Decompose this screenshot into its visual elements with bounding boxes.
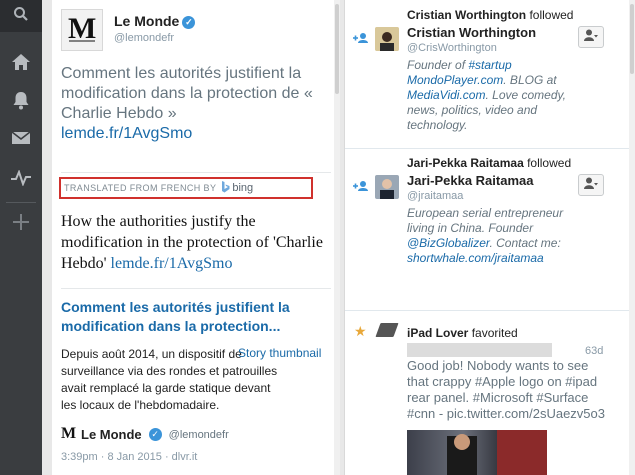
scrollbar[interactable] (629, 0, 635, 475)
home-icon (11, 53, 31, 76)
tweet-text-content: Comment les autorités justifient la modi… (61, 65, 313, 122)
bing-label: bing (232, 182, 254, 194)
app-rail (0, 0, 42, 475)
add-column-icon (12, 213, 30, 236)
redacted-author (407, 343, 552, 357)
divider (345, 310, 630, 311)
activity-title: iPad Lover favorited (407, 326, 518, 340)
card-source-name: Le Monde (81, 427, 142, 442)
svg-text:M: M (68, 12, 96, 45)
messages-icon (11, 130, 31, 151)
tweet-meta[interactable]: 3:39pm · 8 Jan 2015 · dlvr.it (61, 451, 197, 463)
divider (61, 288, 331, 289)
hashtag-ipad[interactable]: #ipad (565, 374, 597, 389)
rail-divider (6, 202, 36, 203)
user-name[interactable]: Cristian Worthington (407, 25, 536, 40)
hashtag-cnn[interactable]: #cnn (407, 406, 435, 421)
scrollbar-thumb[interactable] (335, 4, 339, 94)
translated-text: How the authorities justify the modifica… (61, 211, 336, 274)
activity-actor[interactable]: Jari-Pekka Raitamaa (407, 156, 524, 170)
hashtag-apple[interactable]: #Apple (475, 374, 515, 389)
favorite-star-icon: ★ (354, 323, 367, 339)
pic-link[interactable]: pic.twitter.com/2sUaezv5o3 (447, 406, 605, 421)
hashtag-surface[interactable]: #Surface (536, 390, 588, 405)
card-title[interactable]: Comment les autorités justifient la modi… (61, 298, 331, 336)
user-bio: Founder of #startup MondoPlayer.com. BLO… (407, 58, 566, 132)
translation-label: TRANSLATED FROM FRENCH BY bing (59, 177, 313, 199)
story-thumbnail[interactable]: Story thumbnail (238, 346, 321, 360)
divider (345, 148, 630, 149)
bio-link-mondoplayer[interactable]: MondoPlayer.com (407, 73, 503, 87)
bio-link-shortwhale[interactable]: shortwhale.com/jraitamaa (407, 251, 544, 265)
user-bio: European serial entrepreneur living in C… (407, 206, 564, 265)
follow-button[interactable] (578, 26, 604, 48)
activity-column: Cristian Worthington followed Cristian W… (344, 0, 635, 475)
user-handle[interactable]: @jraitamaa (407, 190, 463, 202)
tweet-text: Comment les autorités justifient la modi… (61, 64, 331, 144)
tweet-link[interactable]: lemde.fr/1AvgSmo (61, 124, 331, 144)
bio-link-mediavidi[interactable]: MediaVidi.com (407, 88, 485, 102)
follow-user-icon (584, 176, 598, 194)
activity-action: favorited (468, 326, 518, 340)
activity-icon (10, 168, 32, 191)
nav-home[interactable] (0, 50, 42, 78)
follow-activity-icon (353, 32, 369, 47)
activity-action: followed (526, 8, 574, 22)
bing-logo-icon (221, 180, 230, 196)
author-name[interactable]: Le Monde ✓ (114, 13, 196, 29)
bio-hashtag-startup[interactable]: #startup (468, 58, 511, 72)
le-monde-logo-icon: M (65, 11, 99, 50)
author-handle[interactable]: @lemondefr (114, 32, 174, 44)
card-source-handle: @lemondefr (168, 428, 229, 441)
card-source[interactable]: M Le Monde ✓ @lemondefr (61, 424, 229, 445)
activity-actor[interactable]: Cristian Worthington (407, 8, 526, 22)
ipad-avatar-icon[interactable] (375, 323, 399, 337)
svg-text:M: M (61, 425, 76, 440)
user-handle[interactable]: @CrisWorthington (407, 42, 497, 54)
bio-mention-bizglobalizer[interactable]: @BizGlobalizer (407, 236, 489, 250)
verified-badge-icon: ✓ (148, 428, 162, 441)
tweet-photo[interactable] (407, 430, 547, 475)
activity-title: Cristian Worthington followed (407, 8, 573, 22)
user-name[interactable]: Jari-Pekka Raitamaa (407, 173, 533, 188)
verified-badge-icon: ✓ (182, 15, 196, 29)
divider (61, 172, 331, 173)
bing-attribution[interactable]: bing (221, 180, 254, 196)
nav-notifications[interactable] (0, 88, 42, 116)
translation-label-text: TRANSLATED FROM FRENCH BY (64, 183, 217, 193)
avatar[interactable] (375, 175, 399, 199)
follow-button[interactable] (578, 174, 604, 196)
notifications-icon (12, 90, 30, 115)
scrollbar-thumb[interactable] (630, 4, 634, 74)
follow-user-icon (584, 28, 598, 46)
scrollbar[interactable] (334, 0, 340, 475)
avatar[interactable]: M (61, 9, 103, 51)
favorited-tweet-text: Good job! Nobody wants to see that crapp… (407, 358, 605, 421)
avatar[interactable] (375, 27, 399, 51)
translated-link[interactable]: lemde.fr/1AvgSmo (111, 255, 233, 272)
activity-action: followed (523, 156, 572, 170)
tweet-age[interactable]: 63d (585, 345, 603, 357)
search-button[interactable] (0, 0, 42, 32)
tweet-detail-column: M Le Monde ✓ @lemondefr Comment les autor… (52, 0, 340, 475)
activity-actor[interactable]: iPad Lover (407, 326, 468, 340)
follow-activity-icon (353, 180, 369, 195)
search-icon (13, 6, 29, 27)
nav-activity[interactable] (0, 166, 42, 194)
nav-messages[interactable] (0, 126, 42, 154)
activity-title: Jari-Pekka Raitamaa followed (407, 156, 571, 170)
add-column-button[interactable] (0, 210, 42, 238)
hashtag-microsoft[interactable]: #Microsoft (473, 390, 533, 405)
author-name-text[interactable]: Le Monde (114, 13, 179, 29)
le-monde-small-logo-icon: M (61, 424, 77, 445)
